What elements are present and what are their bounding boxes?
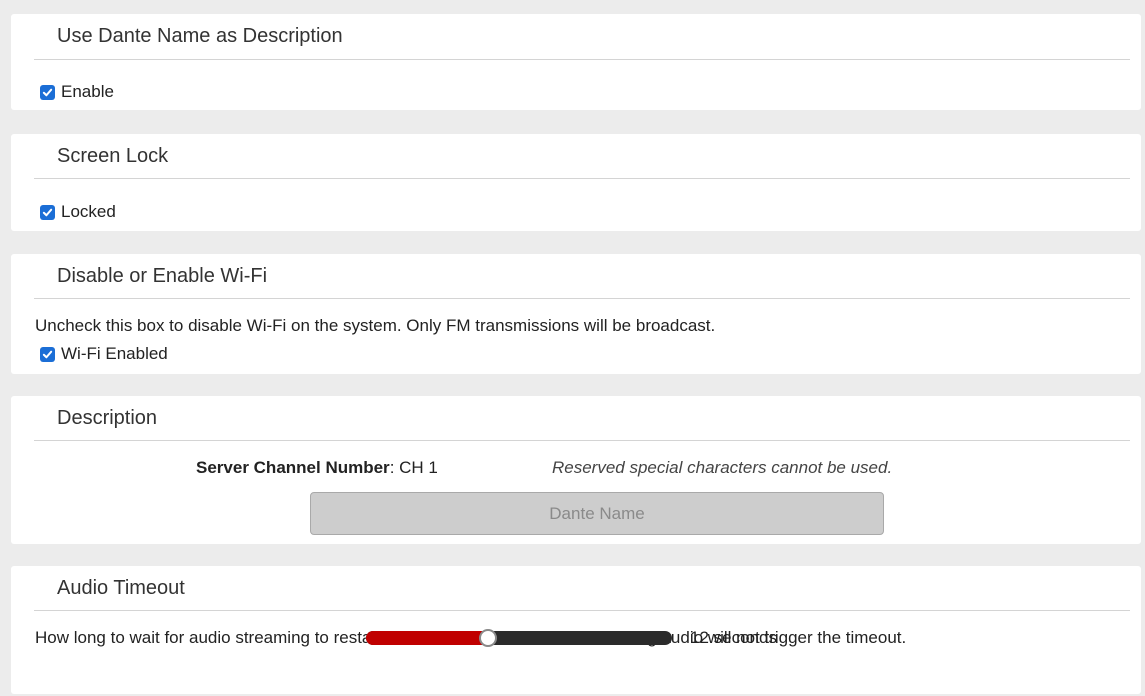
audio-timeout-card: Audio Timeout How long to wait for audio…	[11, 566, 1141, 694]
wifi-title: Disable or Enable Wi-Fi	[57, 265, 268, 287]
reserved-characters-note: Reserved special characters cannot be us…	[552, 458, 893, 477]
check-icon	[42, 350, 53, 358]
check-icon	[42, 208, 53, 216]
dante-description-card: Use Dante Name as Description Enable	[11, 14, 1141, 110]
divider	[34, 298, 1130, 299]
server-channel-number: Server Channel Number: CH 1	[196, 458, 438, 478]
slider-fill	[366, 631, 488, 645]
audio-timeout-slider[interactable]	[366, 629, 672, 647]
wifi-help-text: Uncheck this box to disable Wi-Fi on the…	[35, 316, 716, 335]
enable-label: Enable	[61, 82, 114, 101]
locked-checkbox-row[interactable]: Locked	[40, 202, 116, 222]
server-channel-value: : CH 1	[389, 458, 438, 477]
screen-lock-title: Screen Lock	[57, 145, 169, 167]
server-channel-label: Server Channel Number	[196, 458, 390, 477]
slider-thumb[interactable]	[479, 629, 497, 647]
audio-timeout-title: Audio Timeout	[57, 577, 185, 599]
description-title: Description	[57, 407, 158, 429]
dante-description-title: Use Dante Name as Description	[57, 25, 343, 47]
audio-timeout-value: 12 seconds	[690, 628, 777, 647]
divider	[34, 440, 1130, 441]
wifi-card: Disable or Enable Wi-Fi Uncheck this box…	[11, 254, 1141, 374]
enable-checkbox[interactable]	[40, 84, 55, 100]
dante-name-input[interactable]	[310, 492, 884, 535]
locked-checkbox[interactable]	[40, 204, 55, 220]
wifi-enabled-checkbox[interactable]	[40, 346, 55, 362]
check-icon	[42, 88, 53, 96]
divider	[34, 59, 1130, 60]
divider	[34, 610, 1130, 611]
enable-checkbox-row[interactable]: Enable	[40, 82, 114, 102]
wifi-enabled-label: Wi-Fi Enabled	[61, 344, 168, 363]
screen-lock-card: Screen Lock Locked	[11, 134, 1141, 231]
divider	[34, 178, 1130, 179]
locked-label: Locked	[61, 202, 116, 221]
wifi-enabled-checkbox-row[interactable]: Wi-Fi Enabled	[40, 344, 168, 364]
